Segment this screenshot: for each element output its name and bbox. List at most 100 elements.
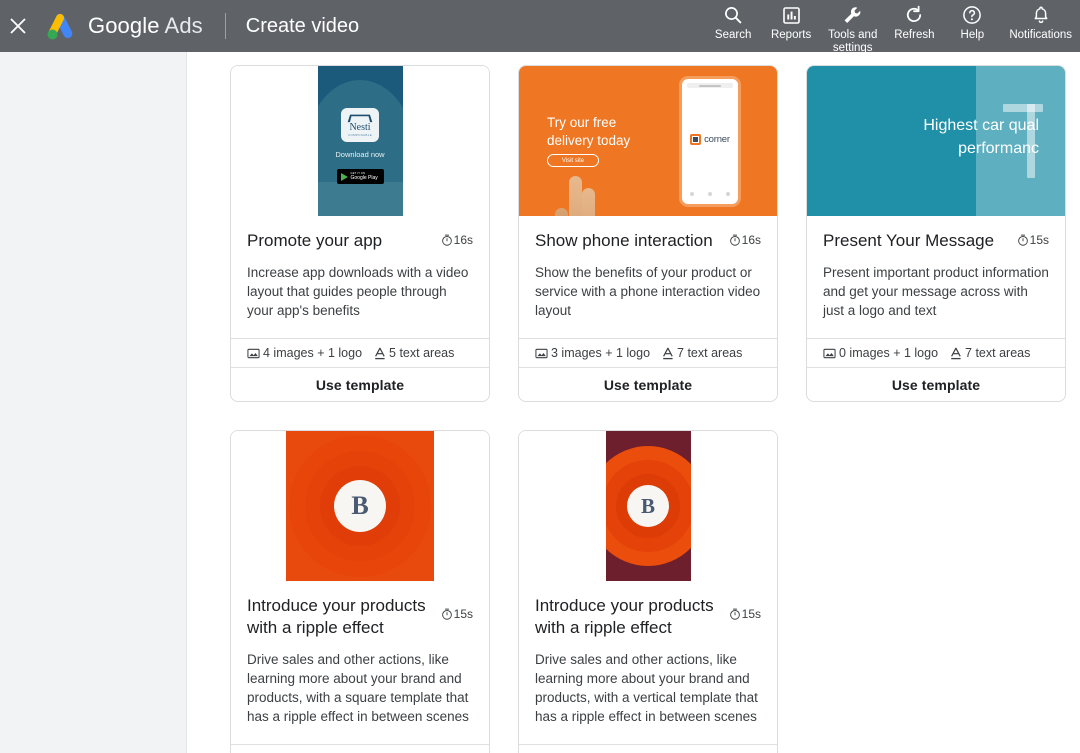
help-icon [962, 4, 982, 26]
card-duration-text: 15s [454, 607, 473, 621]
toolbar-refresh[interactable]: Refresh [885, 4, 943, 42]
card-title: Introduce your products with a ripple ef… [247, 595, 433, 639]
template-card[interactable]: Highest car qual performanc Present Your… [806, 65, 1066, 402]
timer-icon [1017, 234, 1029, 246]
template-card[interactable]: B Introduce your products with a ripple … [518, 430, 778, 753]
timer-icon [729, 608, 741, 620]
close-button[interactable] [6, 14, 30, 38]
left-sidebar [0, 52, 187, 753]
phone-status-bar [687, 83, 733, 88]
phone-brand-name: corner [704, 134, 730, 145]
card-meta-row: 2 images + 1 logo 4 text areas [519, 744, 777, 753]
image-icon [823, 347, 836, 360]
nesti-logo: Nesti COMPOSABLE [341, 108, 379, 142]
card-header: Promote your app 16s [247, 230, 473, 252]
card-body: Present Your Message 15s [807, 216, 1065, 338]
card-text-meta-text: 7 text areas [965, 346, 1030, 360]
card-body: Introduce your products with a ripple ef… [519, 581, 777, 744]
hand-illustration [549, 166, 605, 216]
present-message-preview: Highest car qual performanc [807, 66, 1065, 216]
card-images-meta: 0 images + 1 logo [823, 346, 938, 360]
nesti-brand-sub: COMPOSABLE [348, 133, 372, 137]
card-images-meta-text: 4 images + 1 logo [263, 346, 362, 360]
template-thumbnail: B [519, 431, 777, 581]
refresh-icon [904, 4, 924, 26]
toolbar-tools-and-settings[interactable]: Tools and settings [820, 4, 885, 55]
card-header: Show phone interaction 16s [535, 230, 761, 252]
card-body: Show phone interaction 16s [519, 216, 777, 338]
use-template-button[interactable]: Use template [231, 367, 489, 401]
finger [582, 188, 595, 216]
card-images-meta: 4 images + 1 logo [247, 346, 362, 360]
toolbar-notifications[interactable]: Notifications [1001, 4, 1080, 42]
timer-icon [441, 608, 453, 620]
brand[interactable]: Google Ads [44, 11, 203, 41]
app-bar: Google Ads Create video Search [0, 0, 1080, 52]
card-images-meta-text: 3 images + 1 logo [551, 346, 650, 360]
use-template-button[interactable]: Use template [519, 367, 777, 401]
template-grid: Nesti COMPOSABLE Download now GET IT ON … [230, 65, 1080, 753]
card-description: Show the benefits of your product or ser… [535, 263, 761, 320]
toolbar-notifications-label: Notifications [1009, 29, 1072, 42]
card-header: Introduce your products with a ripple ef… [535, 595, 761, 639]
template-thumbnail: Nesti COMPOSABLE Download now GET IT ON … [231, 66, 489, 216]
nesti-app-preview: Nesti COMPOSABLE Download now GET IT ON … [318, 66, 403, 216]
card-header: Present Your Message 15s [823, 230, 1049, 252]
brand-logo-mark: B [627, 485, 669, 527]
google-ads-logo-icon [44, 11, 78, 41]
card-duration: 15s [1017, 230, 1049, 247]
card-text-meta: 7 text areas [662, 346, 742, 360]
templates-content-area: Nesti COMPOSABLE Download now GET IT ON … [187, 52, 1080, 753]
card-meta-row: 2 images + 1 logo 4 text areas [231, 744, 489, 753]
phone-interaction-preview: Try our free delivery today Visit site [519, 66, 777, 216]
card-meta-row: 3 images + 1 logo 7 text areas [519, 338, 777, 367]
finger [569, 176, 582, 216]
text-format-icon [374, 347, 386, 360]
card-title: Introduce your products with a ripple ef… [535, 595, 721, 639]
header-toolbar: Search Reports Tools and settings [704, 0, 1080, 52]
page-layout: Nesti COMPOSABLE Download now GET IT ON … [0, 52, 1080, 753]
toolbar-help[interactable]: Help [943, 4, 1001, 42]
card-duration-text: 15s [742, 607, 761, 621]
image-icon [247, 347, 260, 360]
roof-icon [348, 114, 373, 122]
wrench-icon [842, 4, 863, 26]
card-title: Promote your app [247, 230, 433, 252]
toolbar-refresh-label: Refresh [894, 29, 934, 42]
card-duration: 15s [729, 595, 761, 621]
card-text-meta-text: 5 text areas [389, 346, 454, 360]
card-duration: 16s [441, 230, 473, 247]
template-card[interactable]: Nesti COMPOSABLE Download now GET IT ON … [230, 65, 490, 402]
card-text-meta: 5 text areas [374, 346, 454, 360]
phone-device-mockup: corner [679, 76, 741, 207]
preview-headline: Try our free delivery today [547, 114, 630, 150]
ripple-square-preview: B [286, 431, 434, 581]
toolbar-reports[interactable]: Reports [762, 4, 820, 42]
card-title: Show phone interaction [535, 230, 721, 252]
use-template-button[interactable]: Use template [807, 367, 1065, 401]
google-play-badge-icon: GET IT ON Google Play [337, 169, 384, 184]
template-card[interactable]: B Introduce your products with a ripple … [230, 430, 490, 753]
card-duration-text: 15s [1030, 233, 1049, 247]
timer-icon [441, 234, 453, 246]
brand-text: Google Ads [88, 13, 203, 39]
bell-icon [1031, 4, 1051, 26]
close-icon [9, 17, 27, 35]
card-description: Increase app downloads with a video layo… [247, 263, 473, 320]
card-text-meta: 7 text areas [950, 346, 1030, 360]
card-duration-text: 16s [454, 233, 473, 247]
phone-nav-dots [690, 192, 730, 196]
preview-headline: Highest car qual performanc [839, 114, 1039, 160]
bottom-band [318, 182, 403, 216]
text-format-icon [662, 347, 674, 360]
play-triangle-icon [341, 173, 348, 181]
nesti-brand-name: Nesti [349, 123, 370, 133]
template-thumbnail: Try our free delivery today Visit site [519, 66, 777, 216]
template-card[interactable]: Try our free delivery today Visit site [518, 65, 778, 402]
card-description: Drive sales and other actions, like lear… [247, 650, 473, 726]
toolbar-search-label: Search [715, 29, 751, 42]
card-text-meta-text: 7 text areas [677, 346, 742, 360]
card-description: Drive sales and other actions, like lear… [535, 650, 761, 726]
toolbar-search[interactable]: Search [704, 4, 762, 42]
timer-icon [729, 234, 741, 246]
